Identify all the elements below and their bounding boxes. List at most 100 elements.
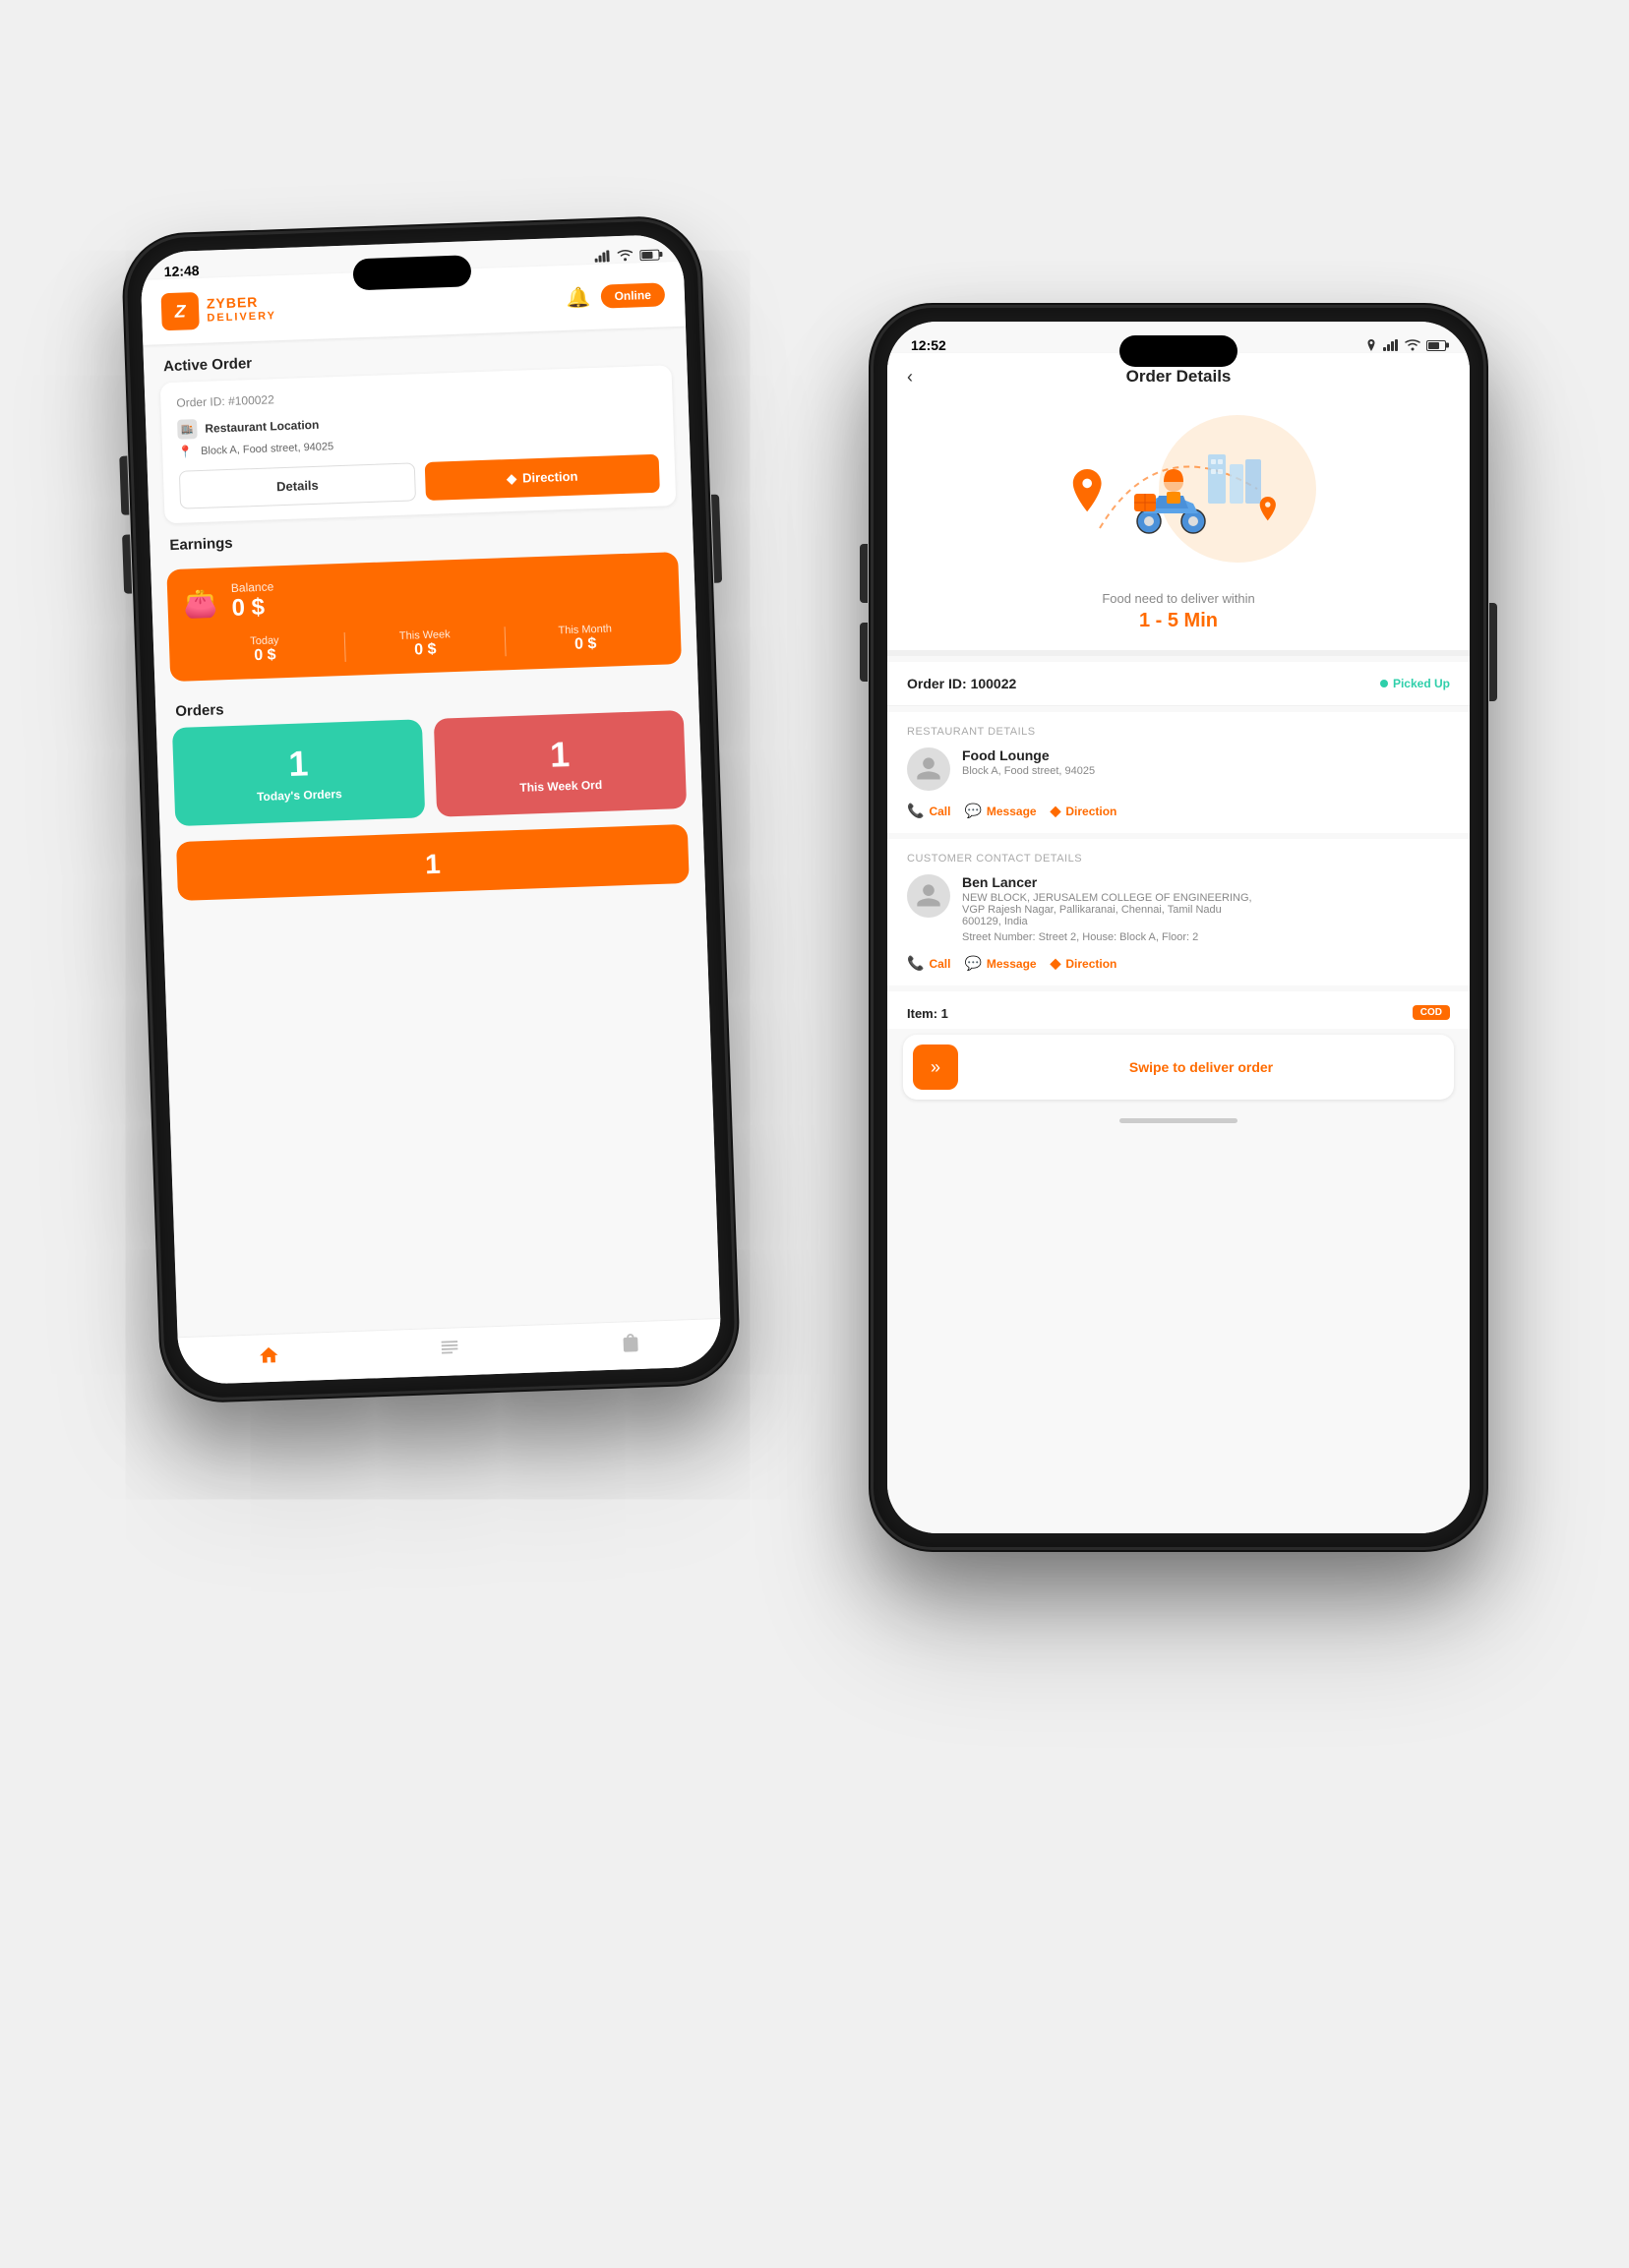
vol-btn-up-2 bbox=[860, 544, 868, 603]
earning-week: This Week 0 $ bbox=[344, 627, 506, 662]
customer-avatar-icon bbox=[915, 882, 942, 910]
restaurant-info: Food Lounge Block A, Food street, 94025 bbox=[907, 747, 1450, 791]
restaurant-call-btn[interactable]: 📞 Call bbox=[907, 803, 950, 819]
direction-icon: ◆ bbox=[507, 470, 517, 486]
orders-icon bbox=[439, 1338, 461, 1360]
bell-icon[interactable]: 🔔 bbox=[566, 285, 591, 311]
restaurant-message-btn[interactable]: 💬 Message bbox=[964, 803, 1036, 819]
logo-area: Z ZYBER DELIVERY bbox=[161, 289, 277, 330]
location-icon bbox=[1365, 339, 1377, 351]
thisweek-orders-card[interactable]: 1 This Week Ord bbox=[434, 710, 687, 817]
vol-btn-down bbox=[122, 535, 132, 594]
delivery-illustration bbox=[887, 400, 1470, 577]
customer-message-btn[interactable]: 💬 Message bbox=[964, 955, 1036, 972]
customer-call-btn[interactable]: 📞 Call bbox=[907, 955, 950, 972]
message-icon: 💬 bbox=[964, 803, 981, 819]
customer-address-2: VGP Rajesh Nagar, Pallikaranai, Chennai,… bbox=[962, 904, 1252, 916]
swipe-text: Swipe to deliver order bbox=[958, 1059, 1444, 1075]
logo-icon: Z bbox=[161, 292, 200, 330]
status-dot bbox=[1380, 680, 1388, 687]
direction-button[interactable]: ◆ Direction bbox=[425, 454, 660, 501]
restaurant-location-label: Restaurant Location bbox=[205, 418, 319, 436]
header-right: 🔔 Online bbox=[566, 282, 665, 310]
balance-info: Balance 0 $ bbox=[231, 579, 275, 622]
message-icon-c: 💬 bbox=[964, 955, 981, 972]
swipe-bar[interactable]: » Swipe to deliver order bbox=[903, 1035, 1454, 1100]
customer-section-label: Customer Contact Details bbox=[907, 853, 1450, 865]
customer-contact-actions: 📞 Call 💬 Message ◆ Direction bbox=[907, 955, 1450, 972]
home-indicator-2 bbox=[887, 1105, 1470, 1135]
nav-orders[interactable] bbox=[439, 1338, 461, 1360]
todays-count: 1 bbox=[187, 740, 410, 789]
restaurant-icon: 🏬 bbox=[177, 419, 198, 440]
restaurant-contact-actions: 📞 Call 💬 Message ◆ Direction bbox=[907, 803, 1450, 819]
order-actions: Details ◆ Direction bbox=[179, 454, 660, 509]
scene: 12:48 bbox=[126, 52, 1503, 2216]
app-screen-order-details: 12:52 bbox=[887, 322, 1470, 1533]
earnings-breakdown: Today 0 $ This Week 0 $ This Month 0 $ bbox=[185, 622, 666, 668]
bag-icon bbox=[620, 1332, 642, 1354]
customer-direction-btn[interactable]: ◆ Direction bbox=[1051, 955, 1117, 972]
order-header-title: Order Details bbox=[1126, 367, 1232, 387]
battery-icon bbox=[639, 249, 659, 261]
direction-icon-r: ◆ bbox=[1051, 803, 1061, 819]
restaurant-avatar-icon bbox=[915, 755, 942, 783]
status-time-1: 12:48 bbox=[163, 263, 199, 279]
wallet-icon: 👛 bbox=[183, 586, 218, 620]
phone-1-screen: 12:48 bbox=[140, 234, 722, 1386]
todays-orders-card[interactable]: 1 Today's Orders bbox=[172, 719, 425, 826]
direction-icon-c: ◆ bbox=[1051, 955, 1061, 972]
balance-label: Balance bbox=[231, 579, 274, 595]
details-button[interactable]: Details bbox=[179, 462, 416, 508]
customer-avatar bbox=[907, 874, 950, 918]
bottom-nav bbox=[178, 1318, 722, 1385]
status-icons-2 bbox=[1365, 339, 1446, 351]
phone-2-screen: 12:52 bbox=[887, 322, 1470, 1533]
customer-info: Ben Lancer NEW BLOCK, JERUSALEM COLLEGE … bbox=[907, 874, 1450, 943]
wifi-icon bbox=[616, 249, 634, 262]
restaurant-avatar bbox=[907, 747, 950, 791]
restaurant-direction-btn[interactable]: ◆ Direction bbox=[1051, 803, 1117, 819]
call-icon-c: 📞 bbox=[907, 955, 924, 972]
vol-btn-up bbox=[119, 456, 129, 515]
time-label: Food need to deliver within bbox=[907, 591, 1450, 606]
swipe-button[interactable]: » bbox=[913, 1044, 958, 1090]
power-btn-2 bbox=[1489, 603, 1497, 701]
item-label: Item: 1 bbox=[907, 1006, 948, 1021]
app-screen-home: 12:48 bbox=[140, 234, 722, 1386]
earning-month: This Month 0 $ bbox=[505, 622, 666, 657]
home-icon bbox=[258, 1344, 280, 1367]
balance-amount: 0 $ bbox=[231, 593, 274, 622]
time-value: 1 - 5 Min bbox=[907, 610, 1450, 632]
phone-1: 12:48 bbox=[126, 219, 737, 1400]
address-text: Block A, Food street, 94025 bbox=[201, 441, 333, 457]
item-section: Item: 1 COD bbox=[887, 991, 1470, 1029]
nav-bag[interactable] bbox=[620, 1332, 642, 1354]
signal-icon bbox=[594, 250, 610, 263]
customer-name: Ben Lancer bbox=[962, 874, 1252, 890]
delivery-svg bbox=[1041, 410, 1316, 567]
home-bar-2 bbox=[1119, 1118, 1237, 1123]
customer-address-1: NEW BLOCK, JERUSALEM COLLEGE OF ENGINEER… bbox=[962, 892, 1252, 904]
customer-address-3: 600129, India bbox=[962, 916, 1252, 927]
status-time-2: 12:52 bbox=[911, 337, 946, 353]
restaurant-section-label: Restaurant Details bbox=[907, 726, 1450, 738]
call-icon: 📞 bbox=[907, 803, 924, 819]
delivery-time-section: Food need to deliver within 1 - 5 Min bbox=[887, 577, 1470, 656]
back-button[interactable]: ‹ bbox=[907, 367, 913, 388]
customer-info-text: Ben Lancer NEW BLOCK, JERUSALEM COLLEGE … bbox=[962, 874, 1252, 943]
balance-row: 👛 Balance 0 $ bbox=[183, 567, 664, 625]
nav-home[interactable] bbox=[258, 1344, 280, 1367]
online-badge: Online bbox=[600, 282, 665, 308]
restaurant-name: Food Lounge bbox=[962, 747, 1095, 763]
restaurant-section: Restaurant Details Food Lounge Block A, … bbox=[887, 712, 1470, 833]
extra-order-card: 1 bbox=[176, 824, 690, 901]
battery-icon-2 bbox=[1426, 340, 1446, 351]
thisweek-label: This Week Ord bbox=[450, 775, 672, 797]
thisweek-count: 1 bbox=[448, 730, 671, 779]
order-status: Picked Up bbox=[1380, 677, 1450, 690]
earnings-card: 👛 Balance 0 $ Today 0 $ This Week bbox=[166, 552, 682, 682]
power-btn bbox=[711, 495, 722, 583]
todays-label: Today's Orders bbox=[188, 785, 410, 806]
vol-btn-down-2 bbox=[860, 623, 868, 682]
